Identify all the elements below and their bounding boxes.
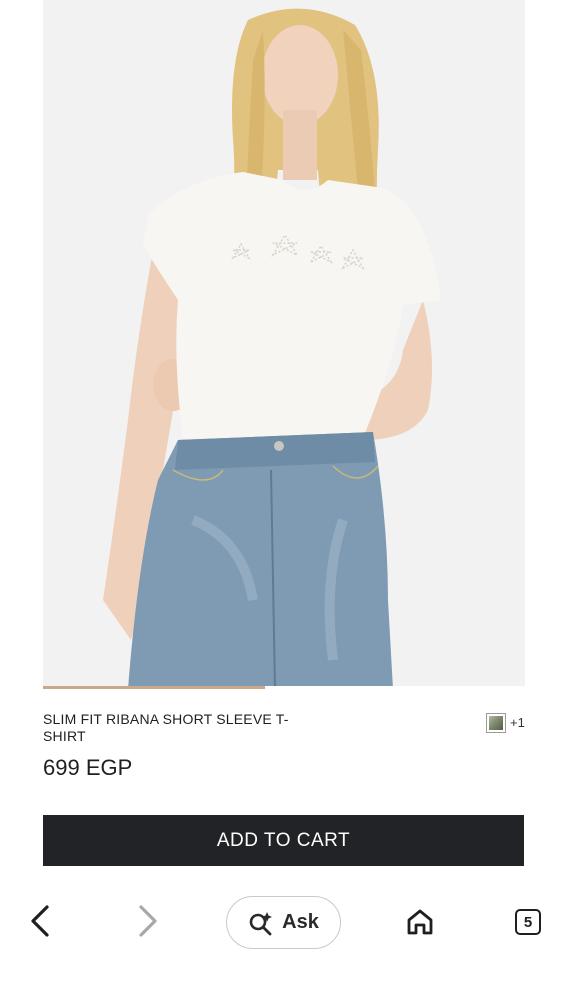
color-swatch-more-count[interactable]: +1	[510, 715, 525, 730]
product-price: 699 EGP	[43, 755, 133, 780]
product-photo	[103, 8, 441, 689]
color-swatch-thumbnail	[489, 716, 503, 730]
back-arrow-icon	[31, 905, 49, 937]
ask-label: Ask	[282, 911, 319, 933]
ask-sparkle-search-icon	[249, 911, 273, 935]
color-swatch[interactable]	[486, 713, 506, 733]
forward-arrow-icon	[139, 905, 157, 937]
tabs-button[interactable]: 5	[509, 903, 547, 941]
browser-bottom-bar: Ask 5	[0, 885, 567, 1000]
forward-button[interactable]	[130, 903, 166, 939]
product-image[interactable]	[43, 0, 525, 689]
product-name[interactable]: SLIM FIT RIBANA SHORT SLEEVE T-SHIRT	[43, 711, 303, 745]
tabs-icon: 5	[515, 909, 541, 935]
tab-count: 5	[523, 913, 533, 931]
ask-button[interactable]: Ask	[226, 896, 341, 949]
image-carousel-progress	[43, 686, 525, 689]
home-button[interactable]	[401, 903, 439, 941]
add-to-cart-button[interactable]: ADD TO CART	[43, 815, 524, 866]
image-carousel-progress-fill	[43, 686, 265, 689]
back-button[interactable]	[22, 903, 58, 939]
home-icon	[407, 909, 433, 935]
